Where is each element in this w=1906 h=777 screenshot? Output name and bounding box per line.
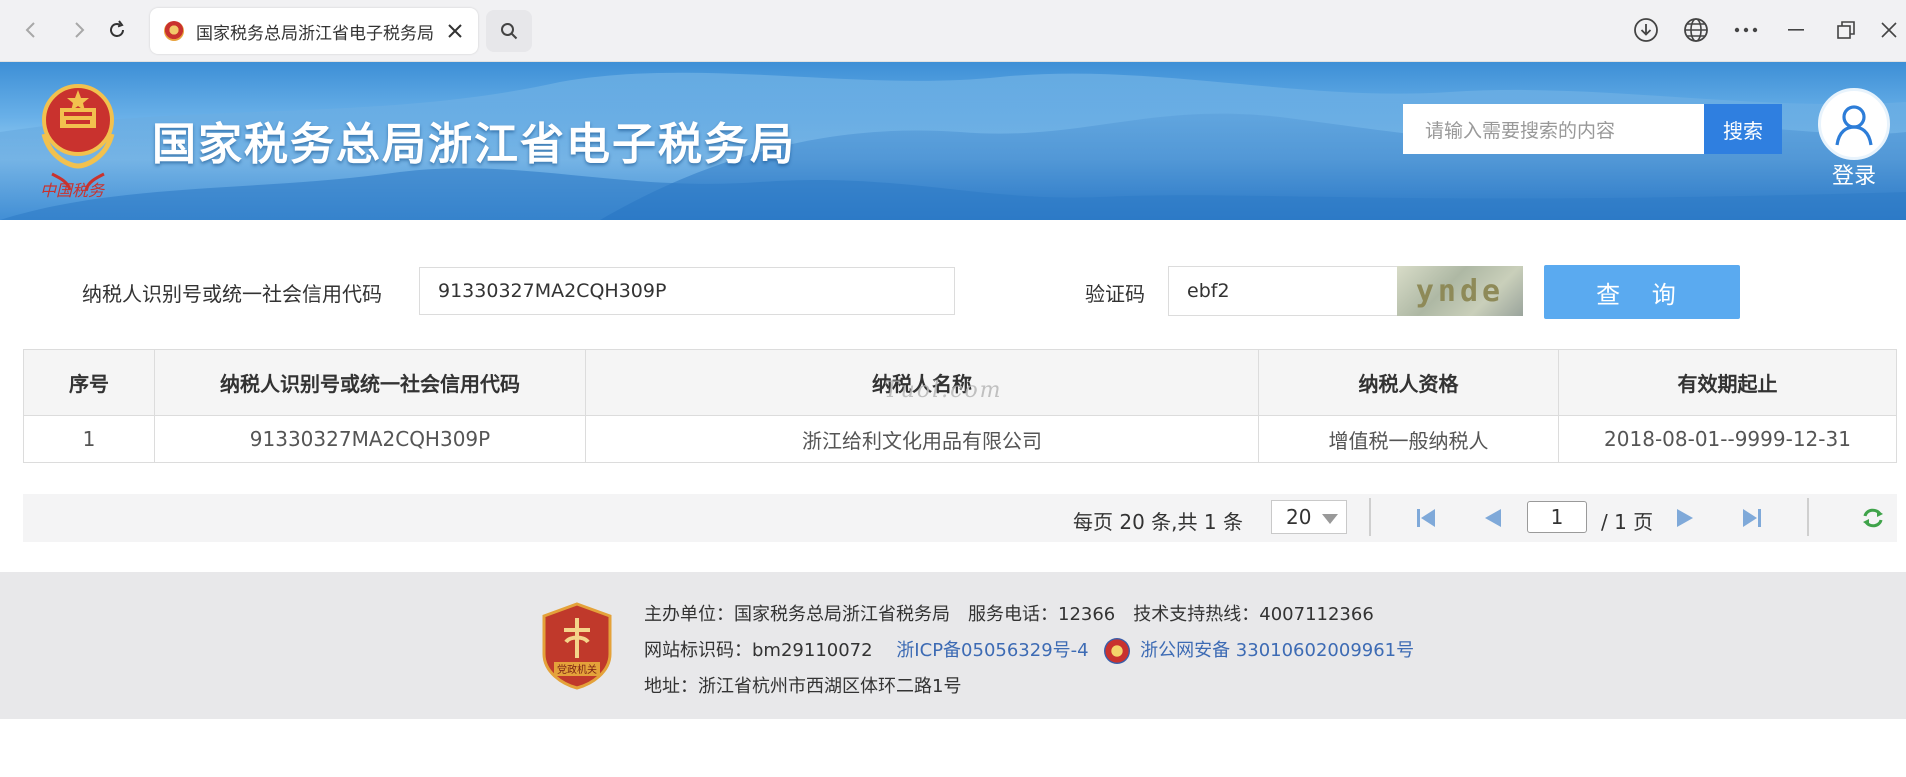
previous-page-icon[interactable] [1479, 505, 1507, 531]
globe-icon[interactable] [1676, 12, 1716, 48]
header-validity-period: 有效期起止 [1558, 349, 1897, 416]
government-site-badge-icon[interactable]: 党政机关 [540, 602, 614, 690]
taxpayer-id-label: 纳税人识别号或统一社会信用代码 [82, 282, 382, 306]
user-avatar-icon[interactable] [1818, 88, 1890, 160]
last-page-icon[interactable] [1737, 505, 1765, 531]
table-row: 1 91330327MA2CQH309P 浙江给利文化用品有限公司 增值税一般纳… [23, 415, 1897, 463]
cell-taxpayer-name: 浙江给利文化用品有限公司 [585, 415, 1259, 463]
site-search-button[interactable]: 搜索 [1704, 104, 1782, 154]
browser-tab[interactable]: 国家税务总局浙江省电子税务局 [150, 8, 478, 54]
pagination-bar: 每页 20 条,共 1 条 20 1 / 1 页 [23, 494, 1897, 542]
svg-text:中国税务: 中国税务 [40, 181, 106, 200]
cell-qualification: 增值税一般纳税人 [1258, 415, 1559, 463]
header-taxpayer-id: 纳税人识别号或统一社会信用代码 [154, 349, 586, 416]
cell-validity-period: 2018-08-01--9999-12-31 [1558, 415, 1897, 463]
browser-toolbar: 国家税务总局浙江省电子税务局 [0, 0, 1906, 62]
next-page-icon[interactable] [1671, 505, 1699, 531]
more-icon[interactable] [1726, 12, 1766, 48]
footer-address: 地址：浙江省杭州市西湖区体环二路1号 [644, 676, 962, 697]
pager-divider [1807, 498, 1809, 536]
site-search-input[interactable]: 请输入需要搜索的内容 [1403, 104, 1704, 154]
tax-emblem-icon [164, 21, 184, 41]
cell-taxpayer-id: 91330327MA2CQH309P [154, 415, 586, 463]
site-header-banner: 中国税务 国家税务总局浙江省电子税务局 请输入需要搜索的内容 搜索 登录 [0, 62, 1906, 220]
site-footer: 党政机关 主办单位：国家税务总局浙江省税务局 服务电话：12366 技术支持热线… [0, 572, 1906, 719]
captcha-image[interactable]: ynde [1397, 266, 1523, 316]
cell-index: 1 [23, 415, 155, 463]
svg-text:党政机关: 党政机关 [557, 663, 597, 676]
site-title: 国家税务总局浙江省电子税务局 [152, 119, 796, 170]
search-icon[interactable] [486, 10, 532, 52]
close-icon[interactable] [442, 18, 468, 44]
captcha-label: 验证码 [1085, 282, 1145, 306]
icp-link[interactable]: 浙ICP备05056329号-4 [896, 640, 1088, 661]
result-table: 序号 纳税人识别号或统一社会信用代码 纳税人名称 纳税人资格 有效期起止 1 9… [23, 349, 1897, 463]
watermark-text: Tuol.com [884, 378, 1003, 403]
public-security-link[interactable]: 浙公网安备 33010602009961号 [1140, 640, 1414, 661]
footer-sponsor-line: 主办单位：国家税务总局浙江省税务局 服务电话：12366 技术支持热线：4007… [644, 604, 1374, 625]
header-qualification: 纳税人资格 [1258, 349, 1559, 416]
restore-icon[interactable] [1826, 12, 1866, 48]
tab-title: 国家税务总局浙江省电子税务局 [196, 23, 434, 44]
query-button[interactable]: 查 询 [1544, 265, 1740, 319]
footer-site-id: 网站标识码：bm29110072 [644, 640, 873, 661]
forward-icon[interactable] [62, 13, 96, 47]
login-link[interactable]: 登录 [1818, 158, 1890, 190]
police-badge-icon [1104, 638, 1131, 664]
chevron-down-icon [1322, 514, 1338, 524]
page-size-select[interactable]: 20 [1271, 500, 1347, 534]
page-summary: 每页 20 条,共 1 条 [1073, 510, 1243, 534]
pager-divider [1369, 498, 1371, 536]
total-pages: / 1 页 [1601, 510, 1654, 534]
minimize-icon[interactable] [1776, 12, 1816, 48]
captcha-input[interactable]: ebf2 [1168, 266, 1398, 316]
national-emblem-icon: 中国税务 [40, 84, 115, 200]
download-icon[interactable] [1626, 12, 1666, 48]
refresh-icon[interactable] [100, 13, 134, 47]
taxpayer-id-input[interactable]: 91330327MA2CQH309P [419, 267, 955, 315]
window-close-icon[interactable] [1872, 12, 1906, 48]
first-page-icon[interactable] [1413, 505, 1441, 531]
page-number-input[interactable]: 1 [1527, 501, 1587, 533]
header-index: 序号 [23, 349, 155, 416]
refresh-data-icon[interactable] [1859, 505, 1887, 531]
page-size-value: 20 [1286, 505, 1312, 529]
footer-id-line: 网站标识码：bm29110072 浙ICP备05056329号-4 浙公网安备 … [644, 636, 1414, 664]
back-icon[interactable] [14, 13, 48, 47]
